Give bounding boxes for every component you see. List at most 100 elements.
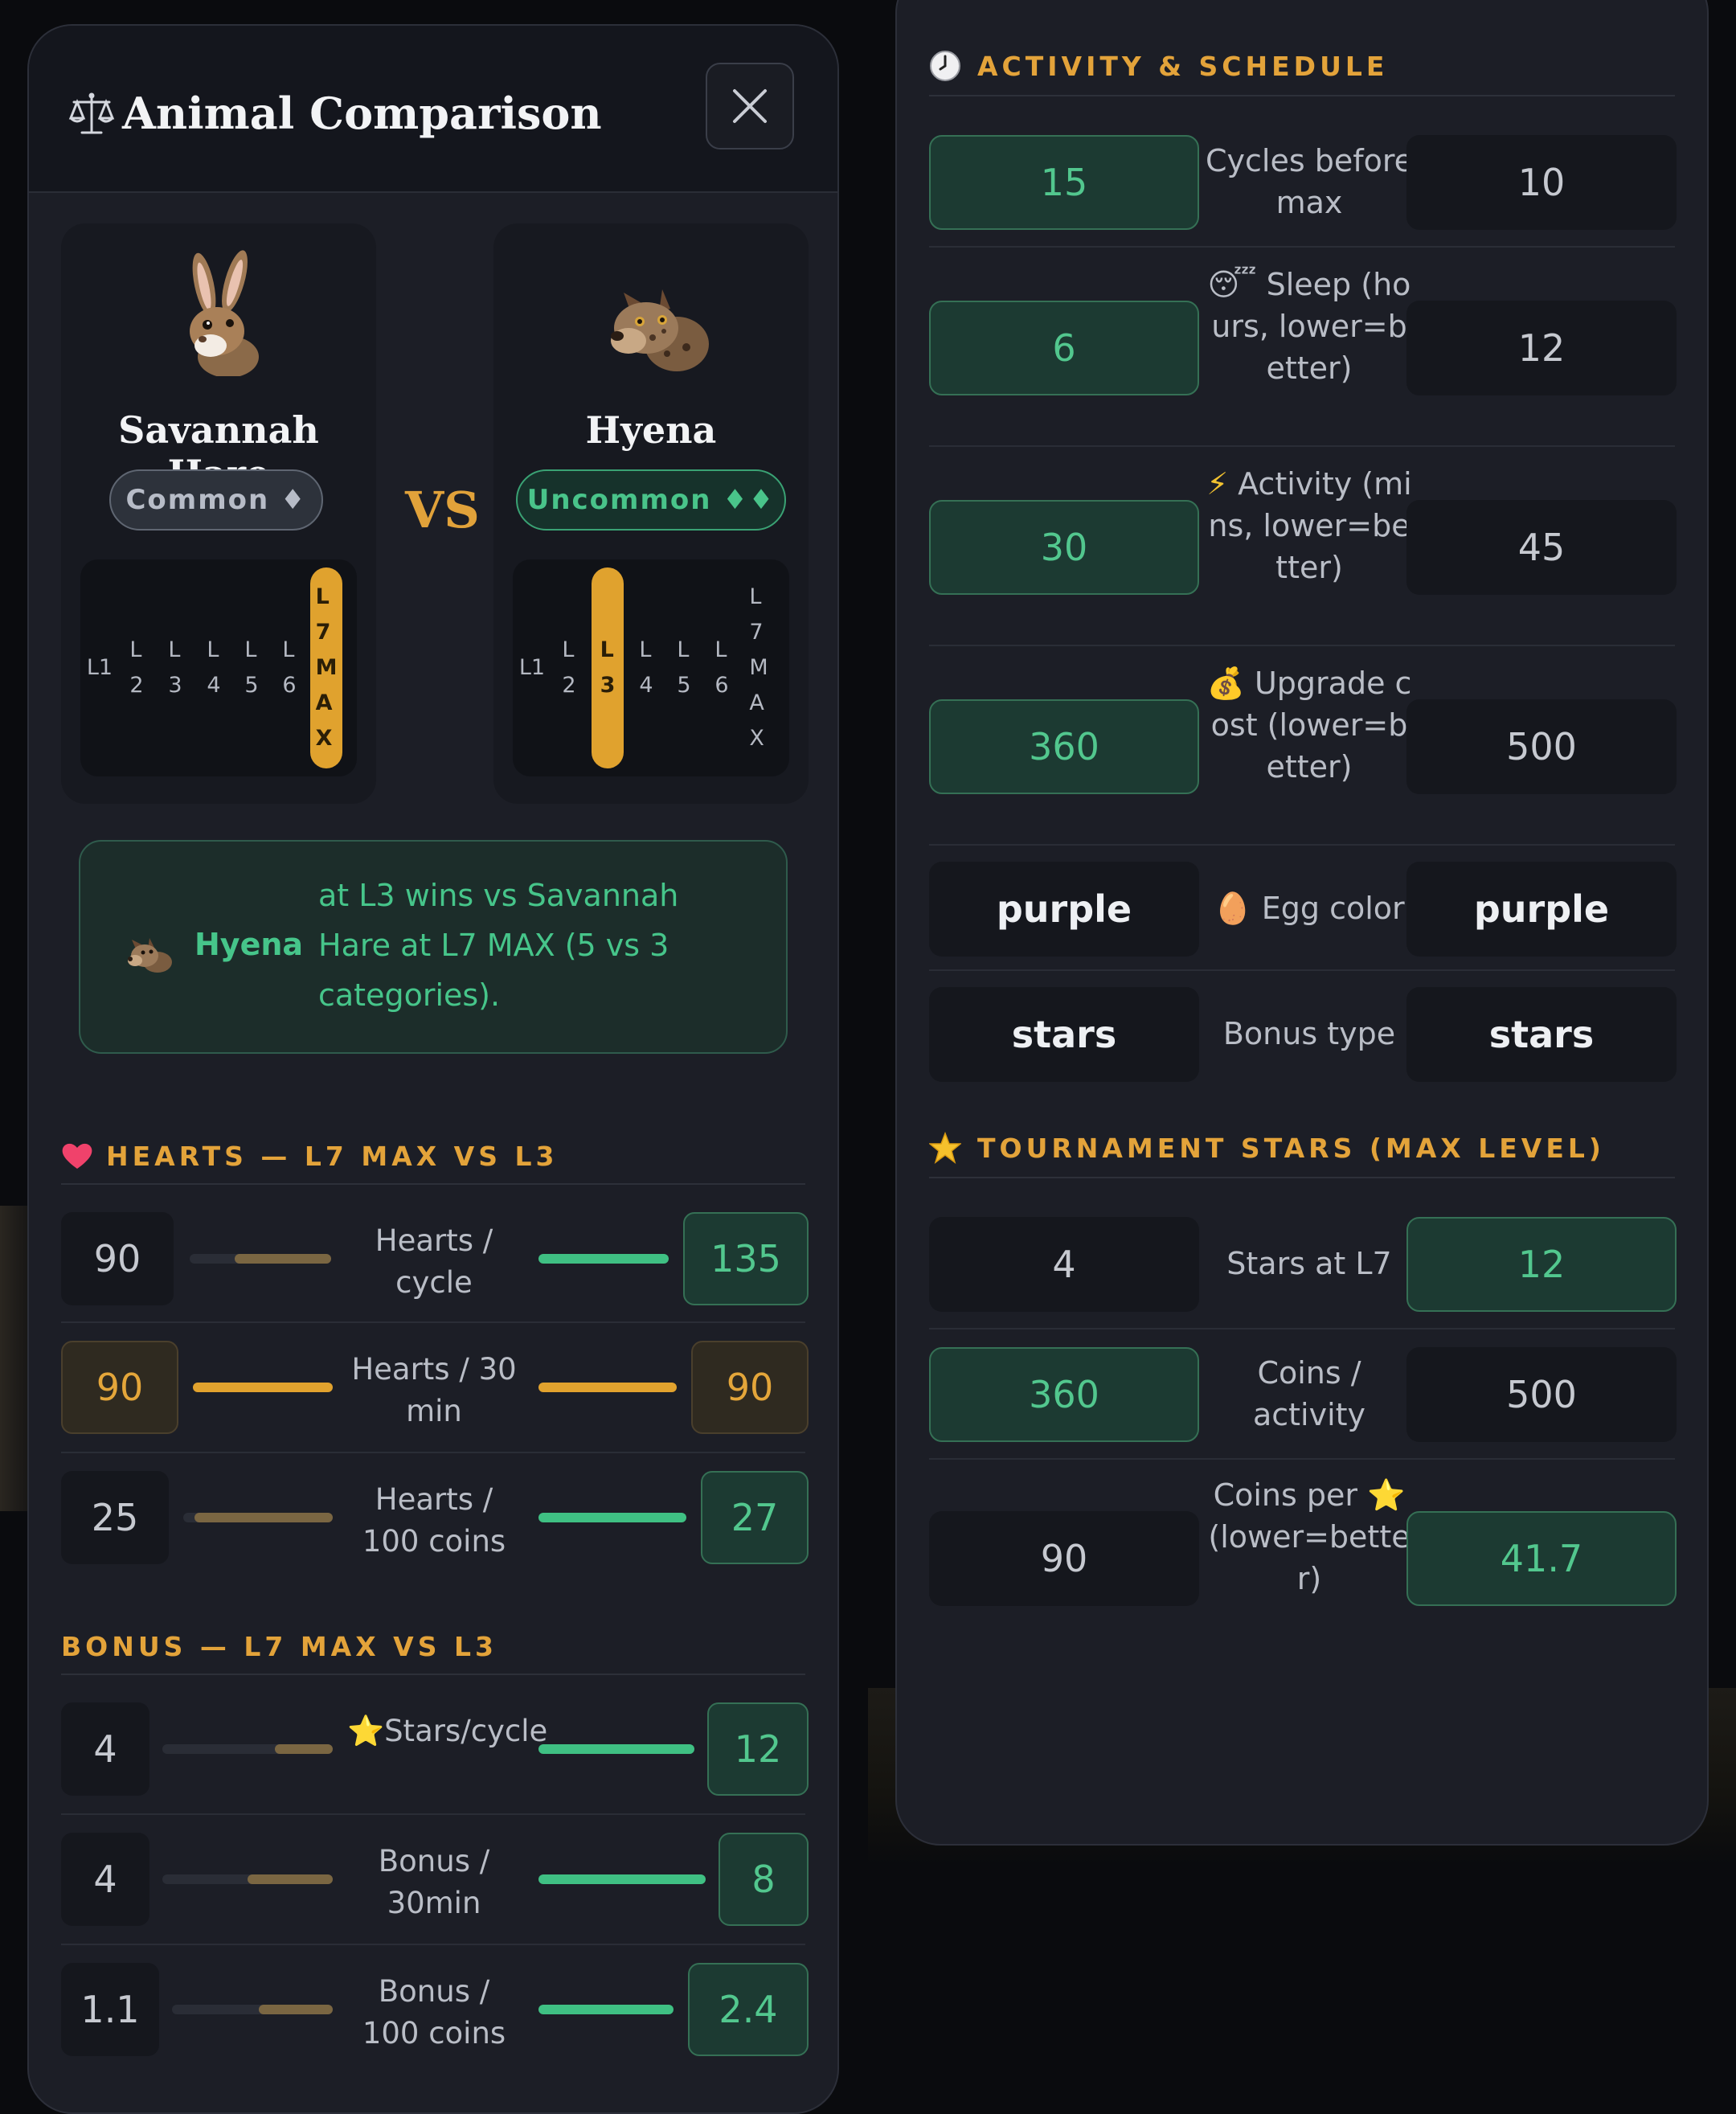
row-divider — [61, 1813, 805, 1815]
metric-label: Bonus / 100 coins — [362, 1974, 506, 2050]
metric-label: 💰 Upgrade cost (lower=better) — [1204, 662, 1415, 788]
value-b: 45 — [1406, 500, 1677, 595]
verdict-winner: Hyena — [194, 927, 304, 962]
modal-title: Animal Comparison — [68, 77, 602, 150]
value-a: 6 — [929, 301, 1199, 395]
value-a: 1.1 — [61, 1963, 159, 2056]
vs-label: VS — [405, 481, 480, 539]
value-b: stars — [1406, 987, 1677, 1082]
level-label: L 7 M A X — [749, 584, 768, 751]
metric-label: Bonus type — [1222, 1016, 1396, 1051]
metric-label: Coins / activity — [1252, 1355, 1366, 1432]
animal-card-hyena: Hyena Uncommon ♦♦ L1 L 2 L 3 L 4 L 5 L 6… — [493, 223, 809, 804]
row-divider — [61, 1944, 805, 1945]
value-a: 90 — [61, 1341, 178, 1434]
metric-label: Hearts / cycle — [375, 1223, 493, 1300]
clock-icon — [930, 51, 960, 81]
value-a: 90 — [61, 1212, 174, 1305]
value-b: 500 — [1406, 699, 1677, 794]
bar-fill-a — [248, 1874, 333, 1884]
level-label: L 5 — [677, 637, 691, 698]
metric-label: Coins per ⭐ (lower=better) — [1208, 1477, 1410, 1596]
metric-label: 🥚 Egg color — [1204, 887, 1415, 929]
metric-label: Hearts / 30 min — [351, 1352, 517, 1428]
bar-fill-b — [538, 1513, 686, 1522]
value-b: 12 — [1406, 1217, 1677, 1312]
modal-header: Animal Comparison — [29, 26, 837, 193]
sleep-icon: 😴 — [1207, 267, 1257, 302]
value-a: stars — [929, 987, 1199, 1082]
level-label: L 3 — [168, 637, 182, 698]
hyena-icon — [128, 938, 172, 973]
close-button[interactable] — [706, 63, 794, 150]
animal-name: Hyena — [585, 408, 717, 452]
value-a: 4 — [929, 1217, 1199, 1312]
bar-fill-b — [538, 1254, 669, 1264]
modal-title-text: Animal Comparison — [122, 88, 602, 139]
level-option-l1[interactable]: L1 — [84, 567, 116, 768]
comparison-modal: Animal Comparison Savannah Hare Common ♦ — [27, 24, 839, 2114]
value-b: 10 — [1406, 135, 1677, 230]
value-b: 8 — [719, 1833, 809, 1926]
egg-icon: 🥚 — [1214, 891, 1252, 926]
activity-section-title: ACTIVITY & SCHEDULE — [929, 37, 1675, 96]
bonus-section-title: BONUS — L7 MAX VS L3 — [61, 1619, 805, 1675]
section-title-text: HEARTS — L7 MAX VS L3 — [106, 1140, 559, 1172]
value-a: 4 — [61, 1702, 149, 1796]
bar-fill-b — [538, 1744, 694, 1754]
heart-icon — [62, 1143, 92, 1169]
section-title-text: BONUS — L7 MAX VS L3 — [61, 1630, 497, 1662]
value-b: 12 — [707, 1702, 809, 1796]
section-title-text: TOURNAMENT STARS (MAX LEVEL) — [977, 1132, 1606, 1164]
metric-label-text: Activity (mins, lower=better) — [1208, 466, 1412, 585]
level-option-l2[interactable]: L 2 — [121, 567, 153, 768]
animal-card-savannah-hare: Savannah Hare Common ♦ L1 L 2 L 3 L 4 L … — [61, 223, 376, 804]
value-a: 4 — [61, 1833, 149, 1926]
level-option-l5[interactable]: L 5 — [668, 567, 700, 768]
level-label: L 2 — [129, 637, 144, 698]
close-icon — [733, 89, 767, 123]
value-b: 135 — [683, 1212, 809, 1305]
hare-portrait — [190, 250, 259, 376]
value-a: 360 — [929, 699, 1199, 794]
level-label: L1 — [86, 655, 113, 680]
value-a: 360 — [929, 1347, 1199, 1442]
value-b: 41.7 — [1406, 1511, 1677, 1606]
level-option-l5[interactable]: L 5 — [235, 567, 268, 768]
row-divider — [929, 844, 1675, 846]
verdict-text: at L3 wins vs Savannah Hare at L7 MAX (5… — [318, 878, 679, 1013]
level-option-l7-max[interactable]: L 7 M A X — [743, 567, 775, 768]
details-panel: ACTIVITY & SCHEDULE 15 Cycles before max… — [895, 0, 1709, 1846]
level-label: L 4 — [207, 637, 221, 698]
level-label: L 6 — [282, 637, 297, 698]
value-a: 25 — [61, 1471, 169, 1564]
hyena-portrait — [611, 289, 709, 371]
level-option-l4[interactable]: L 4 — [630, 567, 662, 768]
tournament-section-title: TOURNAMENT STARS (MAX LEVEL) — [929, 1119, 1675, 1178]
metric-label: 😴 Sleep (hours, lower=better) — [1204, 264, 1415, 389]
rarity-badge: Common ♦ — [109, 469, 323, 531]
level-selector: L1 L 2 L 3 L 4 L 5 L 6 L 7 M A X — [80, 559, 357, 776]
level-option-l2[interactable]: L 2 — [553, 567, 585, 768]
value-b: 12 — [1406, 301, 1677, 395]
bar-fill-a — [275, 1744, 333, 1754]
row-divider — [929, 1458, 1675, 1460]
level-option-l6[interactable]: L 6 — [706, 567, 738, 768]
bar-fill-a — [259, 2005, 333, 2014]
row-divider — [929, 1328, 1675, 1329]
level-option-l1[interactable]: L1 — [516, 567, 548, 768]
level-label: L1 — [518, 655, 546, 680]
bar-fill-b — [538, 2005, 674, 2014]
level-option-l3[interactable]: L 3 — [159, 567, 191, 768]
lightning-icon: ⚡ — [1206, 466, 1228, 502]
metric-label: Bonus / 30min — [378, 1844, 490, 1920]
level-option-l7-max[interactable]: L 7 M A X — [310, 567, 342, 768]
balance-scale-icon — [68, 92, 115, 134]
level-option-l6[interactable]: L 6 — [273, 567, 305, 768]
row-divider — [929, 246, 1675, 248]
row-divider — [929, 645, 1675, 646]
level-option-l4[interactable]: L 4 — [198, 567, 230, 768]
level-option-l3[interactable]: L 3 — [592, 567, 624, 768]
metric-label: ⚡ Activity (mins, lower=better) — [1204, 463, 1415, 588]
metric-label: Stars at L7 — [1226, 1246, 1392, 1281]
